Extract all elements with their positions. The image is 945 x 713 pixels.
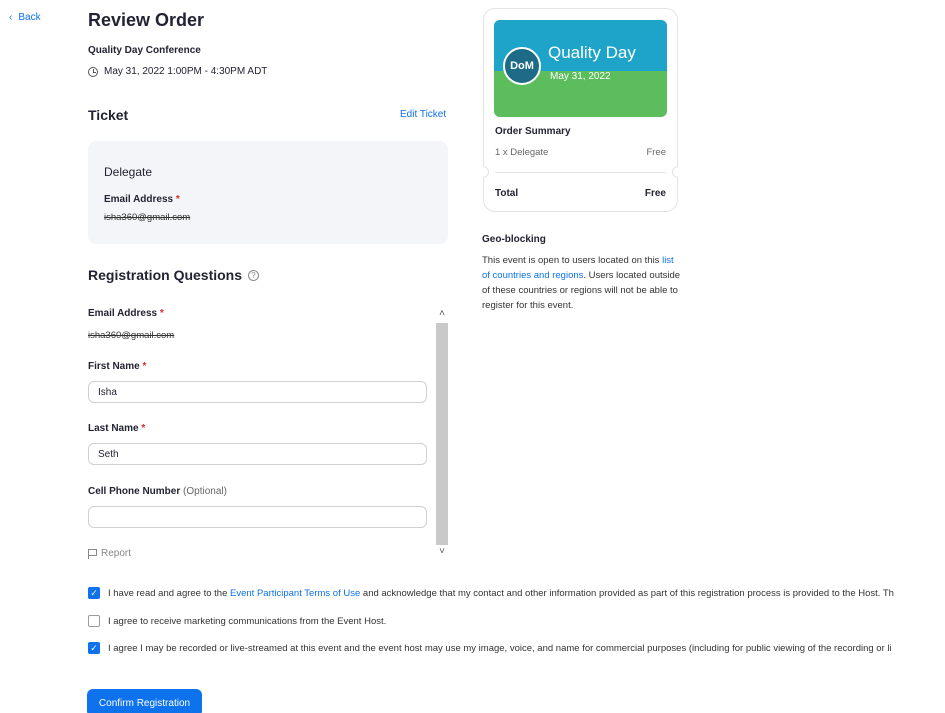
- required-marker: *: [142, 361, 147, 372]
- back-link[interactable]: ‹ Back: [9, 12, 41, 23]
- chevron-left-icon: ‹: [9, 12, 13, 23]
- ticket-card: Delegate Email Address * isha360@gmail.c…: [88, 141, 448, 244]
- first-name-label: First Name *: [88, 361, 147, 372]
- ticket-email-value: isha360@gmail.com: [104, 212, 191, 223]
- event-time-text: May 31, 2022 1:00PM - 4:30PM ADT: [104, 66, 268, 77]
- event-time: May 31, 2022 1:00PM - 4:30PM ADT: [88, 66, 267, 77]
- scroll-up-icon[interactable]: ˄: [436, 307, 448, 321]
- last-name-field[interactable]: [88, 443, 427, 465]
- report-link[interactable]: Report: [88, 548, 131, 559]
- banner-title: Quality Day: [548, 43, 636, 62]
- recording-consent[interactable]: ✓ I agree I may be recorded or live-stre…: [88, 642, 892, 654]
- order-line-item: 1 x Delegate Free: [495, 147, 666, 158]
- edit-ticket-link[interactable]: Edit Ticket: [400, 109, 446, 120]
- back-label: Back: [18, 12, 41, 23]
- email-value: isha360@gmail.com: [88, 330, 175, 341]
- confirm-registration-button[interactable]: Confirm Registration: [87, 689, 202, 713]
- checkbox-checked-icon[interactable]: ✓: [88, 642, 100, 654]
- geo-blocking-text: This event is open to users located on t…: [482, 255, 681, 311]
- flag-icon: [88, 548, 97, 559]
- checkbox-checked-icon[interactable]: ✓: [88, 587, 100, 599]
- order-summary-heading: Order Summary: [495, 126, 571, 137]
- page-title: Review Order: [88, 10, 205, 30]
- required-marker: *: [141, 423, 146, 434]
- clock-icon: [88, 66, 98, 77]
- marketing-consent[interactable]: I agree to receive marketing communicati…: [88, 615, 386, 627]
- registration-form: Email Address * isha360@gmail.com First …: [88, 303, 448, 565]
- terms-consent[interactable]: ✓ I have read and agree to the Event Par…: [88, 587, 894, 599]
- divider: [495, 172, 666, 173]
- ticket-type: Delegate: [104, 165, 153, 179]
- required-marker: *: [175, 194, 180, 205]
- order-total: Total Free: [495, 188, 666, 199]
- required-marker: *: [159, 308, 164, 319]
- ticket-heading: Ticket: [88, 107, 129, 123]
- event-logo: DoM: [503, 47, 541, 85]
- event-name: Quality Day Conference: [88, 45, 201, 56]
- phone-field[interactable]: [88, 506, 427, 528]
- form-scrollbar[interactable]: ˄ ˅: [436, 303, 448, 565]
- order-summary-card: DoM Quality Day May 31, 2022 Order Summa…: [474, 8, 687, 212]
- ticket-email-label: Email Address *: [104, 194, 180, 205]
- checkbox-unchecked-icon[interactable]: [88, 615, 100, 627]
- last-name-label: Last Name *: [88, 423, 146, 434]
- event-banner: DoM Quality Day May 31, 2022: [494, 20, 667, 117]
- scroll-down-icon[interactable]: ˅: [436, 545, 448, 559]
- help-icon[interactable]: ?: [248, 269, 260, 281]
- registration-questions-heading: Registration Questions ?: [88, 267, 260, 283]
- first-name-field[interactable]: [88, 381, 427, 403]
- terms-of-use-link[interactable]: Event Participant Terms of Use: [230, 588, 360, 599]
- banner-date: May 31, 2022: [550, 71, 611, 82]
- phone-label: Cell Phone Number (Optional): [88, 486, 227, 497]
- email-label: Email Address *: [88, 308, 164, 319]
- geo-blocking-heading: Geo-blocking: [482, 234, 546, 245]
- scrollbar-thumb[interactable]: [436, 323, 448, 545]
